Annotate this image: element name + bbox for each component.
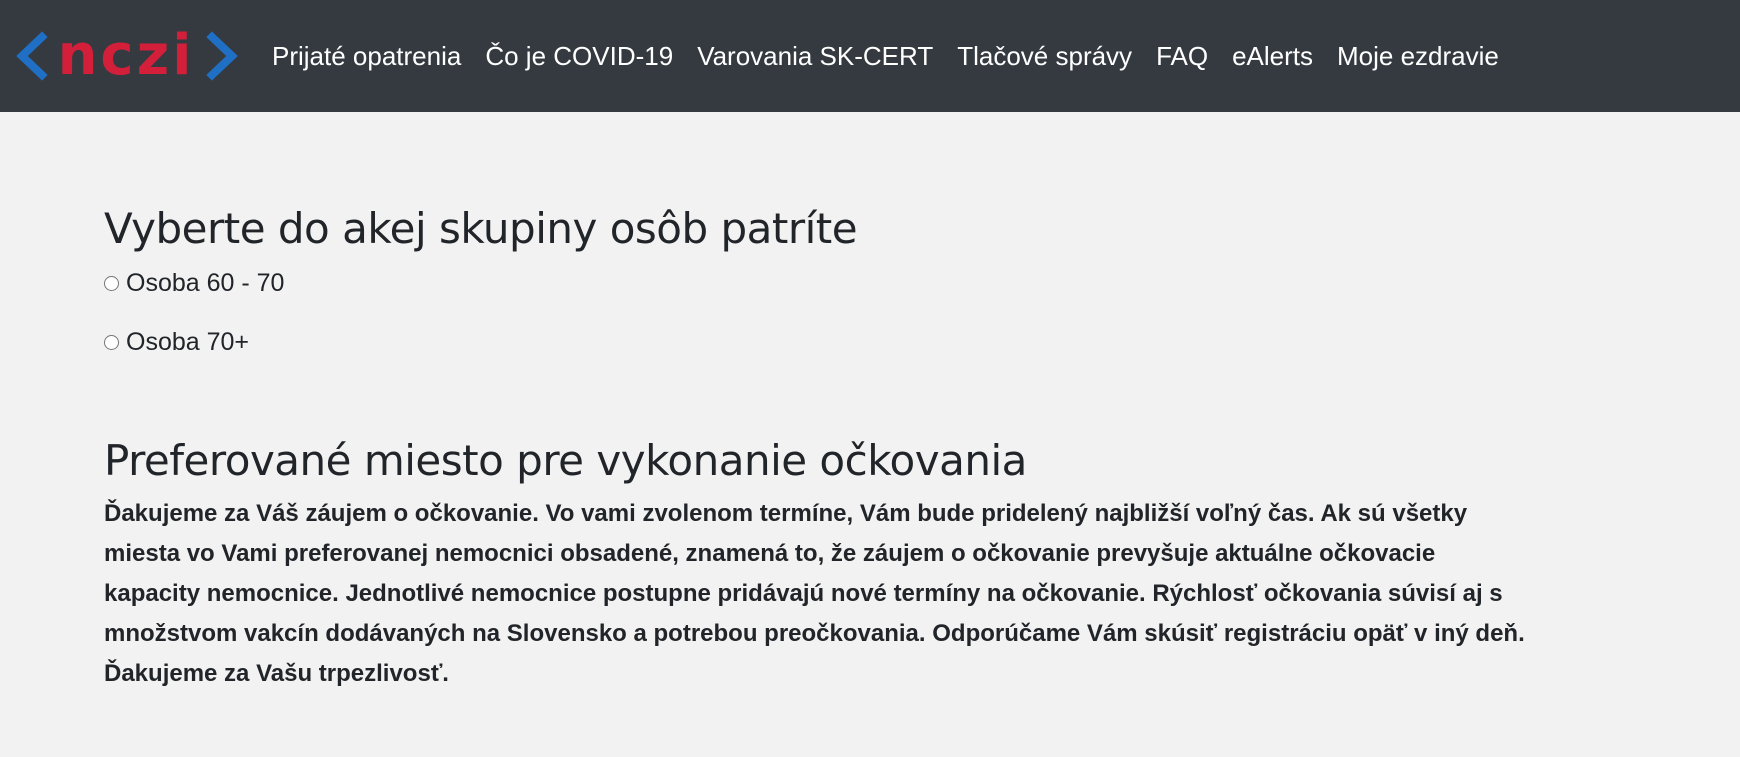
radio-button[interactable] <box>104 275 119 291</box>
group-selection-section: Vyberte do akej skupiny osôb patríte Oso… <box>104 112 1720 362</box>
option-osoba-70-plus[interactable]: Osoba 70+ <box>104 322 1720 362</box>
nav-link-varovania-sk-cert[interactable]: Varovania SK-CERT <box>697 43 933 69</box>
nav-link-ealerts[interactable]: eAlerts <box>1232 43 1313 69</box>
top-navbar: nczi Prijaté opatrenia Čo je COVID-19 Va… <box>0 0 1740 112</box>
radio-button[interactable] <box>104 334 119 350</box>
nav-link-co-je-covid[interactable]: Čo je COVID-19 <box>485 43 673 69</box>
info-paragraph: Ďakujeme za Váš záujem o očkovanie. Vo v… <box>104 494 1724 694</box>
main-nav: Prijaté opatrenia Čo je COVID-19 Varovan… <box>272 43 1523 69</box>
nav-link-prijate-opatrenia[interactable]: Prijaté opatrenia <box>272 43 461 69</box>
info-line: Ďakujeme za Vašu trpezlivosť. <box>104 659 449 687</box>
option-label: Osoba 70+ <box>126 327 250 356</box>
nav-link-faq[interactable]: FAQ <box>1156 43 1208 69</box>
group-section-title: Vyberte do akej skupiny osôb patríte <box>104 204 858 253</box>
logo-wordmark: nczi <box>58 26 195 86</box>
nczi-logo[interactable]: nczi <box>16 26 238 86</box>
location-section: Preferované miesto pre vykonanie očkovan… <box>104 436 1720 693</box>
info-line: Ďakujeme za Váš záujem o očkovanie. Vo v… <box>104 499 1468 527</box>
nav-link-moje-ezdravie[interactable]: Moje ezdravie <box>1337 43 1499 69</box>
info-line: kapacity nemocnice. Jednotlivé nemocnice… <box>104 579 1503 607</box>
option-label: Osoba 60 - 70 <box>126 268 285 297</box>
option-osoba-60-70[interactable]: Osoba 60 - 70 <box>104 263 1720 303</box>
nav-link-tlacove-spravy[interactable]: Tlačové správy <box>957 43 1132 69</box>
main-content: Vyberte do akej skupiny osôb patríte Oso… <box>0 112 1740 694</box>
info-line: množstvom vakcín dodávaných na Slovensko… <box>104 619 1525 647</box>
location-section-title: Preferované miesto pre vykonanie očkovan… <box>104 436 1027 486</box>
info-line: miesta vo Vami preferovanej nemocnici ob… <box>104 539 1436 567</box>
